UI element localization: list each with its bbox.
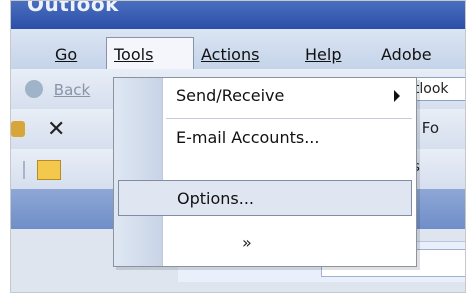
forward-label: Fo [421,119,440,137]
menu-item-label: E-mail Accounts... [176,128,320,147]
menu-item-options[interactable]: Options... [118,180,412,216]
menu-adobe[interactable]: Adobe [381,45,432,64]
menu-go[interactable]: Go [55,45,77,64]
menu-expand-more[interactable]: » [114,230,416,260]
menu-help[interactable]: Help [305,45,341,64]
back-label: Back [53,81,91,99]
menu-tools-label: Tools [114,45,154,64]
back-arrow-icon [25,79,43,98]
menu-item-send-receive[interactable]: Send/Receive [114,78,416,114]
menu-item-email-accounts[interactable]: E-mail Accounts... [114,118,416,154]
title-bar: Outlook [11,1,465,29]
menu-actions[interactable]: Actions [201,45,259,64]
menu-help-label: Help [305,45,342,64]
menu-item-label: Send/Receive [176,86,285,105]
tools-menu-dropdown: Send/Receive E-mail Accounts... Options.… [113,77,417,267]
menu-go-label: Go [55,45,78,64]
menu-tools[interactable]: Tools [114,45,153,64]
outlook-window: Outlook Go Tools Actions Help Adobe Back… [10,0,466,293]
menu-adobe-label: Adobe [381,45,432,64]
delete-icon[interactable]: ✕ [47,117,65,142]
menu-item-label: Options... [177,189,254,208]
print-icon[interactable] [11,121,25,137]
submenu-arrow-icon [394,90,400,102]
back-button[interactable]: Back [25,79,91,100]
chevron-double-down-icon: » [242,233,252,252]
window-title: Outlook [27,0,119,16]
menu-actions-label: Actions [201,45,260,64]
menu-bar: Go Tools Actions Help Adobe [11,29,465,72]
folder-up-icon[interactable] [37,160,61,180]
toolbar-divider [23,161,25,179]
menu-separator [166,118,412,119]
